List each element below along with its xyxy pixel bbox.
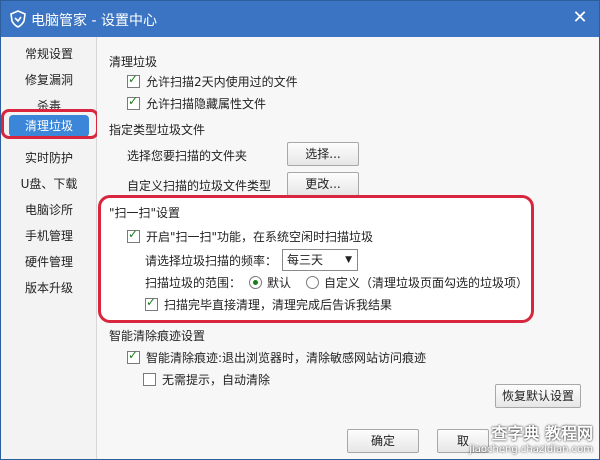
sidebar-item-general[interactable]: 常规设置 xyxy=(9,43,89,65)
watermark-line2: jiaocheng.chazidian.com xyxy=(469,444,593,455)
dropdown-arrow-icon[interactable]: ▼ xyxy=(345,250,352,270)
scan-recent-files-checkbox[interactable]: 允许扫描2天内使用过的文件 xyxy=(127,72,298,90)
choose-folder-button[interactable]: 选择... xyxy=(287,142,359,166)
checkbox-label: 开启"扫一扫"功能，在系统空闲时扫描垃圾 xyxy=(146,230,374,244)
watermark-line1: 查字典 教程网 xyxy=(491,424,593,443)
clean-section-title: 清理垃圾 xyxy=(109,55,158,69)
enable-scan-checkbox[interactable]: 开启"扫一扫"功能，在系统空闲时扫描垃圾 xyxy=(127,227,374,245)
shield-logo-icon xyxy=(10,10,26,28)
sidebar-item-protection[interactable]: 实时防护 xyxy=(9,147,89,169)
scan-hidden-files-checkbox[interactable]: 允许扫描隐藏属性文件 xyxy=(127,94,267,112)
checkbox-box[interactable] xyxy=(127,72,140,88)
radio-label: 自定义（清理垃圾页面勾选的垃圾项） xyxy=(324,276,529,290)
sidebar-item-patch[interactable]: 修复漏洞 xyxy=(9,69,89,91)
range-label: 扫描垃圾的范围： xyxy=(145,276,242,290)
checkbox-label: 智能清除痕迹:退出浏览器时，清除敏感网站访问痕迹 xyxy=(146,351,427,365)
trace-section-title: 智能清除痕迹设置 xyxy=(109,329,206,343)
smart-trace-checkbox[interactable]: 智能清除痕迹:退出浏览器时，清除敏感网站访问痕迹 xyxy=(127,348,427,366)
folder-label: 选择您要扫描的文件夹 xyxy=(127,149,248,163)
close-icon[interactable]: ✕ xyxy=(569,7,591,29)
sidebar-item-usb-download[interactable]: U盘、下载 xyxy=(9,173,89,195)
radio-label: 默认 xyxy=(267,276,292,290)
checkbox-box[interactable] xyxy=(143,373,156,386)
sidebar-item-clinic[interactable]: 电脑诊所 xyxy=(9,199,89,221)
restore-defaults-button[interactable]: 恢复默认设置 xyxy=(495,384,581,408)
radio-dot[interactable] xyxy=(306,276,319,289)
checkbox-box[interactable] xyxy=(127,94,140,110)
sidebar-item-hardware[interactable]: 硬件管理 xyxy=(9,251,89,273)
checkbox-box[interactable] xyxy=(145,295,158,311)
change-type-button[interactable]: 更改... xyxy=(287,172,359,196)
ok-button[interactable]: 确定 xyxy=(347,429,419,453)
watermark: 查字典 教程网 jiaocheng.chazidian.com xyxy=(469,420,593,455)
checkbox-label: 无需提示，自动清除 xyxy=(162,373,271,387)
frequency-label: 请选择垃圾扫描的频率： xyxy=(145,254,278,268)
window-title: 电脑管家 - 设置中心 xyxy=(31,13,157,29)
active-item-highlight xyxy=(1,109,99,139)
frequency-select[interactable]: 每三天 ▼ xyxy=(282,249,358,271)
frequency-value: 每三天 xyxy=(287,253,324,267)
sidebar-item-phone[interactable]: 手机管理 xyxy=(9,225,89,247)
checkbox-label: 允许扫描隐藏属性文件 xyxy=(146,97,267,111)
sidebar-item-upgrade[interactable]: 版本升级 xyxy=(9,277,89,299)
direct-clean-checkbox[interactable]: 扫描完毕直接清理，清理完成后告诉我结果 xyxy=(145,295,393,313)
checkbox-label: 允许扫描2天内使用过的文件 xyxy=(146,75,298,89)
checkbox-box[interactable] xyxy=(127,227,140,243)
settings-window: 电脑管家 - 设置中心 ✕ 常规设置 修复漏洞 杀毒 清理垃圾 实时防护 U盘、… xyxy=(0,0,600,460)
checkbox-box[interactable] xyxy=(127,348,140,364)
scan-section-title: "扫一扫"设置 xyxy=(109,206,181,220)
auto-clear-checkbox[interactable]: 无需提示，自动清除 xyxy=(143,371,270,388)
range-custom-radio[interactable]: 自定义（清理垃圾页面勾选的垃圾项） xyxy=(306,274,528,291)
title-bar: 电脑管家 - 设置中心 ✕ xyxy=(1,1,599,37)
checkbox-label: 扫描完毕直接清理，清理完成后告诉我结果 xyxy=(164,298,393,312)
scan-settings-box: "扫一扫"设置 开启"扫一扫"功能，在系统空闲时扫描垃圾 请选择垃圾扫描的频率：… xyxy=(98,195,534,323)
range-default-radio[interactable]: 默认 xyxy=(249,274,291,291)
sidebar: 常规设置 修复漏洞 杀毒 清理垃圾 实时防护 U盘、下载 电脑诊所 手机管理 硬… xyxy=(1,37,97,459)
radio-dot[interactable] xyxy=(249,276,262,289)
custom-type-label: 自定义扫描的垃圾文件类型 xyxy=(127,179,272,193)
types-section-title: 指定类型垃圾文件 xyxy=(109,123,206,137)
